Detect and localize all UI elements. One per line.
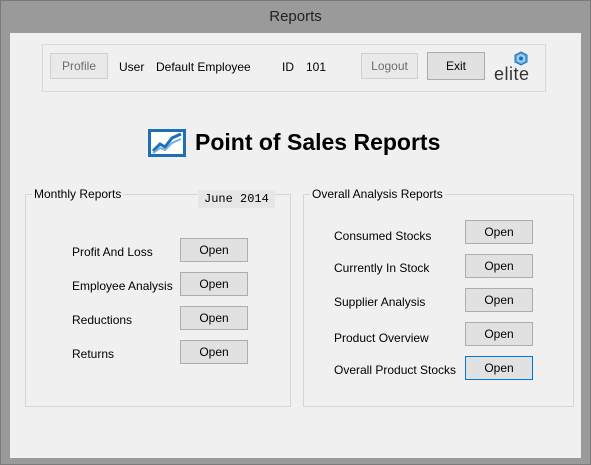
- overall-product-stocks-label: Overall Product Stocks: [334, 363, 457, 377]
- product-overview-label: Product Overview: [334, 331, 429, 345]
- elite-logo-text: elite: [494, 64, 530, 84]
- logout-button[interactable]: Logout: [361, 53, 418, 79]
- window-title: Reports: [1, 1, 590, 33]
- profile-button[interactable]: Profile: [50, 53, 108, 79]
- overall-analysis-title: Overall Analysis Reports: [310, 187, 445, 201]
- profit-and-loss-label: Profit And Loss: [72, 245, 153, 259]
- window-client-area: Profile User Default Employee ID 101 Log…: [10, 33, 581, 458]
- reports-window: Reports Profile User Default Employee ID…: [0, 0, 591, 465]
- employee-analysis-label: Employee Analysis: [72, 279, 173, 293]
- user-label: User: [119, 60, 145, 74]
- elite-logo: elite: [493, 51, 535, 85]
- monthly-reports-group: Monthly Reports June 2014 Profit And Los…: [25, 187, 291, 407]
- consumed-stocks-open-button[interactable]: Open: [465, 220, 533, 244]
- id-value: 101: [306, 60, 327, 74]
- monthly-reports-title: Monthly Reports: [32, 187, 124, 201]
- returns-label: Returns: [72, 347, 115, 361]
- reductions-open-button[interactable]: Open: [180, 306, 248, 330]
- id-label: ID: [282, 60, 294, 74]
- report-month-label: June 2014: [198, 190, 275, 208]
- profit-and-loss-open-button[interactable]: Open: [180, 238, 248, 262]
- exit-button[interactable]: Exit: [427, 52, 485, 80]
- user-info-panel: Profile User Default Employee ID 101 Log…: [42, 44, 546, 92]
- reductions-label: Reductions: [72, 313, 133, 327]
- supplier-analysis-open-button[interactable]: Open: [465, 288, 533, 312]
- page-title: Point of Sales Reports: [195, 129, 441, 155]
- employee-analysis-open-button[interactable]: Open: [180, 272, 248, 296]
- product-overview-open-button[interactable]: Open: [465, 322, 533, 346]
- returns-open-button[interactable]: Open: [180, 340, 248, 364]
- user-name-value: Default Employee: [156, 60, 251, 74]
- overall-analysis-group: Overall Analysis Reports Consumed Stocks…: [303, 187, 574, 407]
- chart-trend-icon: [148, 129, 186, 157]
- supplier-analysis-label: Supplier Analysis: [334, 295, 426, 309]
- currently-in-stock-label: Currently In Stock: [334, 261, 430, 275]
- consumed-stocks-label: Consumed Stocks: [334, 229, 432, 243]
- overall-product-stocks-open-button[interactable]: Open: [465, 356, 533, 380]
- currently-in-stock-open-button[interactable]: Open: [465, 254, 533, 278]
